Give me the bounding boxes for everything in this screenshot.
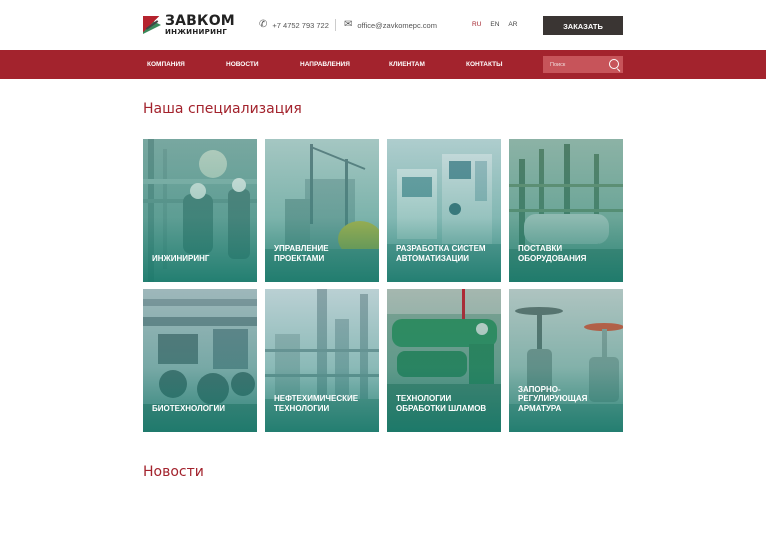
tile-label: ИНЖИНИРИНГ xyxy=(152,253,210,263)
nav-item-company[interactable]: КОМПАНИЯ xyxy=(147,50,185,79)
tile-label: НЕФТЕХИМИЧЕСКИЕ ТЕХНОЛОГИИ xyxy=(274,394,359,413)
logo-line1: ЗАВКОМ xyxy=(165,13,235,29)
tile-engineering[interactable]: ИНЖИНИРИНГ xyxy=(143,139,257,282)
email-contact[interactable]: ✉ office@zavkomepc.com xyxy=(344,20,437,30)
nav-item-directions[interactable]: НАПРАВЛЕНИЯ xyxy=(300,50,350,79)
search-icon[interactable] xyxy=(609,59,619,69)
email-address: office@zavkomepc.com xyxy=(357,20,437,30)
nav-item-clients[interactable]: КЛИЕНТАМ xyxy=(389,50,425,79)
tile-valves[interactable]: ЗАПОРНО-РЕГУЛИРУЮЩАЯ АРМАТУРА xyxy=(509,289,623,432)
tile-petrochemical[interactable]: НЕФТЕХИМИЧЕСКИЕ ТЕХНОЛОГИИ xyxy=(265,289,379,432)
tile-label: ТЕХНОЛОГИИ ОБРАБОТКИ ШЛАМОВ xyxy=(396,394,487,413)
logo-text: ЗАВКОМ ИНЖИНИРИНГ xyxy=(165,14,235,36)
tile-label: УПРАВЛЕНИЕ ПРОЕКТАМИ xyxy=(274,244,329,263)
tile-label: РАЗРАБОТКА СИСТЕМ АВТОМАТИЗАЦИИ xyxy=(396,244,486,263)
tile-project-management[interactable]: УПРАВЛЕНИЕ ПРОЕКТАМИ xyxy=(265,139,379,282)
tile-label: ПОСТАВКИ ОБОРУДОВАНИЯ xyxy=(518,244,587,263)
language-switcher: RU EN AR xyxy=(472,21,517,28)
phone-contact[interactable]: ✆ +7 4752 793 722 xyxy=(259,20,329,30)
tile-sludge-treatment[interactable]: ТЕХНОЛОГИИ ОБРАБОТКИ ШЛАМОВ xyxy=(387,289,501,432)
tile-automation[interactable]: РАЗРАБОТКА СИСТЕМ АВТОМАТИЗАЦИИ xyxy=(387,139,501,282)
lang-ar[interactable]: AR xyxy=(508,21,517,28)
request-call-button[interactable]: ЗАКАЗАТЬ ЗВОНОК xyxy=(543,16,623,50)
tile-biotech[interactable]: БИОТЕХНОЛОГИИ xyxy=(143,289,257,432)
main-nav: КОМПАНИЯ НОВОСТИ НАПРАВЛЕНИЯ КЛИЕНТАМ КО… xyxy=(0,50,766,79)
lang-en[interactable]: EN xyxy=(490,21,499,28)
tile-equipment-supply[interactable]: ПОСТАВКИ ОБОРУДОВАНИЯ xyxy=(509,139,623,282)
search-box xyxy=(543,56,623,73)
logo-line2: ИНЖИНИРИНГ xyxy=(165,28,228,36)
company-logo[interactable]: ЗАВКОМ ИНЖИНИРИНГ xyxy=(143,14,235,36)
site-header: ЗАВКОМ ИНЖИНИРИНГ ✆ +7 4752 793 722 ✉ of… xyxy=(0,0,766,50)
contact-divider xyxy=(335,19,336,31)
specialization-title: Наша специализация xyxy=(143,101,302,117)
lang-ru[interactable]: RU xyxy=(472,21,481,28)
tile-label: ЗАПОРНО-РЕГУЛИРУЮЩАЯ АРМАТУРА xyxy=(518,384,588,413)
news-title: Новости xyxy=(143,464,204,480)
nav-item-news[interactable]: НОВОСТИ xyxy=(226,50,259,79)
tile-label: БИОТЕХНОЛОГИИ xyxy=(152,403,225,413)
envelope-icon: ✉ xyxy=(344,19,353,30)
phone-icon: ✆ xyxy=(259,19,268,30)
search-input[interactable] xyxy=(543,60,610,69)
logo-mark-icon xyxy=(143,16,161,34)
phone-number: +7 4752 793 722 xyxy=(272,20,329,30)
nav-item-contacts[interactable]: КОНТАКТЫ xyxy=(466,50,502,79)
